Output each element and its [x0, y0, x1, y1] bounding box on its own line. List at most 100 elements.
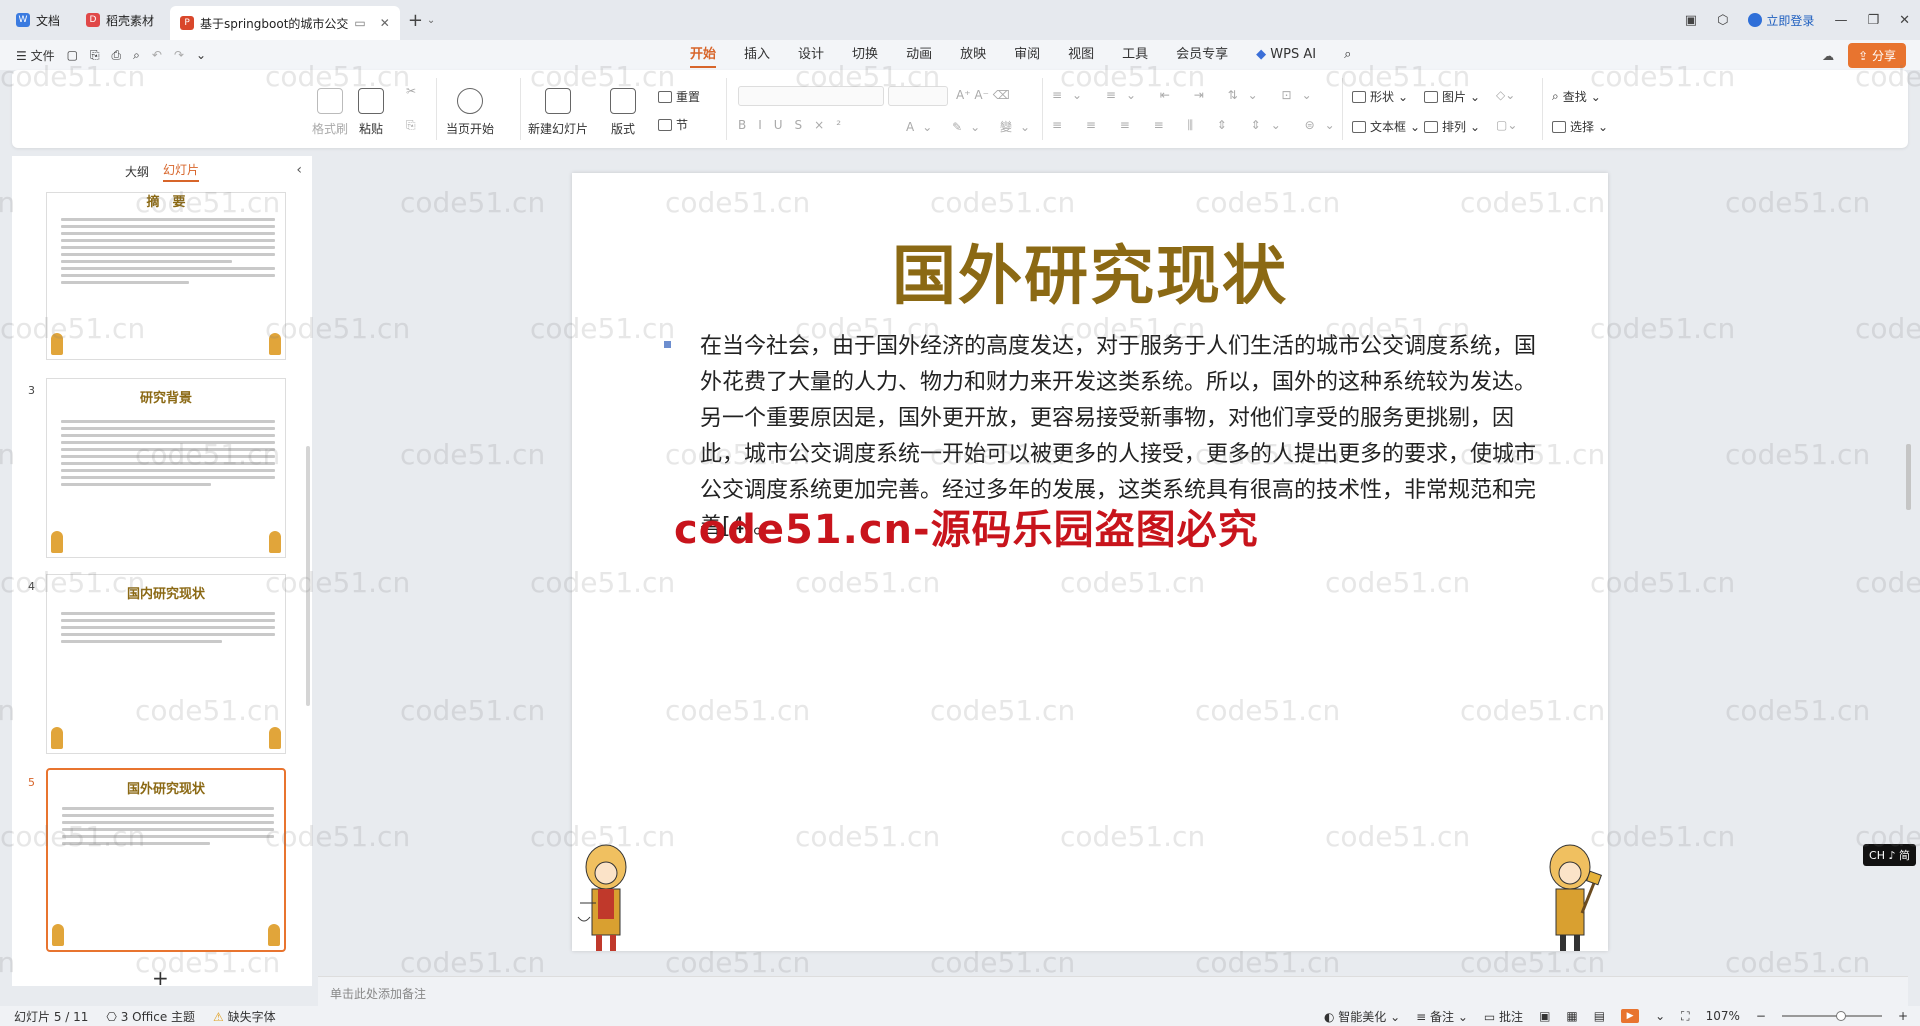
reset-button[interactable]: 重置 — [658, 88, 700, 105]
thumb-title: 国外研究现状 — [126, 782, 205, 797]
save-icon[interactable]: ▢ — [67, 48, 78, 62]
cut-icon[interactable]: ✂ — [406, 84, 416, 98]
watermark-text: code51.cn — [1590, 566, 1736, 599]
close-window-icon[interactable]: ✕ — [1899, 13, 1910, 28]
tab-presentation[interactable]: P 基于springboot的城市公交 ▭ ✕ — [170, 6, 400, 40]
tab-view[interactable]: 视图 — [1054, 40, 1108, 70]
watermark-text: code51.cn — [1725, 438, 1871, 471]
layout-button[interactable]: 版式 — [610, 88, 636, 137]
arrange-button[interactable]: 排列 ⌄ — [1424, 118, 1480, 135]
reading-view-icon[interactable]: ▤ — [1594, 1009, 1605, 1023]
beautify-button[interactable]: ◐ 智能美化 ⌄ — [1324, 1008, 1400, 1025]
shape-button[interactable]: 形状 ⌄ — [1352, 88, 1408, 105]
wps-ai-button[interactable]: ◆ WPS AI — [1242, 40, 1330, 70]
list-icons[interactable]: ≡⌄ ≡⌄ ⇤ ⇥ ⇅⌄ ⊡⌄ — [1052, 88, 1322, 102]
select-button[interactable]: 选择 ⌄ — [1552, 118, 1608, 135]
tab-slides[interactable]: 幻灯片 — [163, 161, 200, 182]
login-button[interactable]: 立即登录 — [1748, 12, 1814, 29]
tab-outline[interactable]: 大纲 — [125, 163, 149, 180]
zoom-in-icon[interactable]: + — [1898, 1009, 1908, 1023]
chevron-down-icon[interactable]: ⌄ — [427, 15, 435, 26]
normal-view-icon[interactable]: ▣ — [1539, 1009, 1550, 1023]
format-painter-button[interactable]: 格式刷 — [312, 88, 348, 137]
comments-button[interactable]: ▭ 批注 — [1484, 1008, 1523, 1025]
file-menu[interactable]: ☰ 文件 — [16, 47, 55, 64]
tab-insert[interactable]: 插入 — [730, 40, 784, 70]
search-icon[interactable]: ⌕ — [1330, 40, 1365, 70]
slide-thumb-5[interactable]: 国外研究现状 — [46, 768, 286, 952]
collapse-panel-icon[interactable]: ‹ — [296, 162, 302, 178]
textbox-button[interactable]: 文本框 ⌄ — [1352, 118, 1420, 135]
judge-figure-icon — [269, 333, 281, 355]
fill-icon[interactable]: ◇⌄ — [1496, 88, 1515, 102]
restore-icon[interactable]: ❐ — [1867, 13, 1879, 28]
font-grow-icon[interactable]: A⁺ A⁻ ⌫ — [956, 88, 1010, 102]
add-slide-icon[interactable]: + — [152, 966, 169, 990]
missing-font-indicator[interactable]: ⚠ 缺失字体 — [213, 1008, 276, 1025]
tab-review[interactable]: 审阅 — [1000, 40, 1054, 70]
layout-icon[interactable]: ▣ — [1685, 13, 1697, 28]
tab-transitions[interactable]: 切换 — [838, 40, 892, 70]
print-preview-icon[interactable]: ⌕ — [133, 48, 140, 63]
text-format-icons[interactable]: BIUS×² — [738, 118, 853, 132]
tab-doc[interactable]: W 文档 — [6, 5, 70, 35]
new-tab-icon[interactable]: + — [408, 10, 423, 31]
notes-pane[interactable]: 单击此处添加备注 — [318, 976, 1908, 1006]
fit-window-icon[interactable]: ⛶ — [1681, 1009, 1689, 1024]
tab-design[interactable]: 设计 — [784, 40, 838, 70]
notes-toggle-button[interactable]: ≡ 备注 ⌄ — [1416, 1008, 1468, 1025]
new-slide-button[interactable]: 新建幻灯片 — [528, 88, 588, 137]
chevron-down-icon[interactable]: ⌄ — [1655, 1009, 1665, 1023]
font-size-select[interactable] — [888, 86, 948, 106]
copy-icon[interactable]: ⎘ — [406, 118, 416, 133]
close-tab-icon[interactable]: ✕ — [380, 16, 390, 30]
tab-animations[interactable]: 动画 — [892, 40, 946, 70]
slide-thumb-4[interactable]: 国内研究现状 — [46, 574, 286, 754]
ime-indicator[interactable]: CH ♪ 简 — [1863, 844, 1916, 866]
slideshow-play-icon[interactable]: ▶ — [1621, 1009, 1640, 1023]
theme-indicator[interactable]: ⎔ 3 Office 主题 — [106, 1008, 195, 1025]
play-current-label: 当页开始 — [446, 122, 495, 136]
watermark-text: code51.cn — [1725, 694, 1871, 727]
slide-canvas[interactable]: 国外研究现状 在当今社会，由于国外经济的高度发达，对于服务于人们生活的城市公交调… — [572, 173, 1608, 951]
tab-home[interactable]: 开始 — [676, 40, 730, 70]
font-color-icons[interactable]: A⌄ ✎⌄ 變⌄ — [906, 118, 1038, 135]
cube-icon[interactable]: ⬡ — [1717, 13, 1728, 28]
export-icon[interactable]: ⎘ — [90, 48, 100, 63]
zoom-level[interactable]: 107% — [1706, 1009, 1740, 1023]
paste-button[interactable]: 粘贴 — [358, 88, 384, 137]
tab-label: 稻壳素材 — [106, 13, 155, 28]
undo-icon[interactable]: ↶ — [152, 48, 162, 62]
tab-slideshow[interactable]: 放映 — [946, 40, 1000, 70]
zoom-out-icon[interactable]: − — [1756, 1009, 1766, 1023]
minimize-icon[interactable]: — — [1834, 13, 1847, 28]
print-icon[interactable]: ⎙ — [112, 48, 122, 63]
slide-scrollbar[interactable] — [1906, 444, 1911, 510]
share-button[interactable]: ⇪ 分享 — [1848, 43, 1906, 68]
slide-title[interactable]: 国外研究现状 — [572, 225, 1608, 317]
align-icons[interactable]: ≡ ≡ ≡ ≡ ⫼ ⇕ ⇕⌄ ⊜⌄ — [1052, 118, 1345, 133]
more-icon[interactable]: ⌄ — [196, 48, 206, 62]
redo-icon[interactable]: ↷ — [174, 48, 184, 62]
screen-icon[interactable]: ▭ — [354, 16, 365, 30]
slide-thumbnail-panel: 大纲 幻灯片 ‹ 摘 要 3 研究背景 4 国内研究现状 5 国外研究现状 + — [12, 156, 312, 990]
tab-member[interactable]: 会员专享 — [1162, 40, 1242, 70]
cloud-upload-icon[interactable]: ☁ — [1822, 49, 1834, 63]
slide-thumb-3[interactable]: 研究背景 — [46, 378, 286, 558]
docer-icon: D — [86, 13, 101, 27]
ribbon-tabs: 开始 插入 设计 切换 动画 放映 审阅 视图 工具 会员专享 ◆ WPS AI… — [676, 40, 1365, 70]
tab-docer[interactable]: D 稻壳素材 — [76, 5, 164, 35]
zoom-slider[interactable] — [1781, 1011, 1882, 1021]
theme-label: 3 Office 主题 — [120, 1009, 196, 1024]
outline-icon[interactable]: ▢⌄ — [1496, 118, 1517, 132]
picture-button[interactable]: 图片 ⌄ — [1424, 88, 1480, 105]
sorter-view-icon[interactable]: ▦ — [1566, 1009, 1577, 1023]
tab-tools[interactable]: 工具 — [1108, 40, 1162, 70]
slide-thumb-2[interactable]: 摘 要 — [46, 192, 286, 360]
section-button[interactable]: 节 — [658, 116, 688, 133]
play-current-button[interactable]: 当页开始 — [446, 88, 494, 137]
watermark-text: code51.cn — [400, 438, 546, 471]
font-family-select[interactable] — [738, 86, 884, 106]
find-button[interactable]: ⌕ 查找 ⌄ — [1552, 88, 1601, 105]
thumbnail-scrollbar[interactable] — [306, 446, 310, 706]
